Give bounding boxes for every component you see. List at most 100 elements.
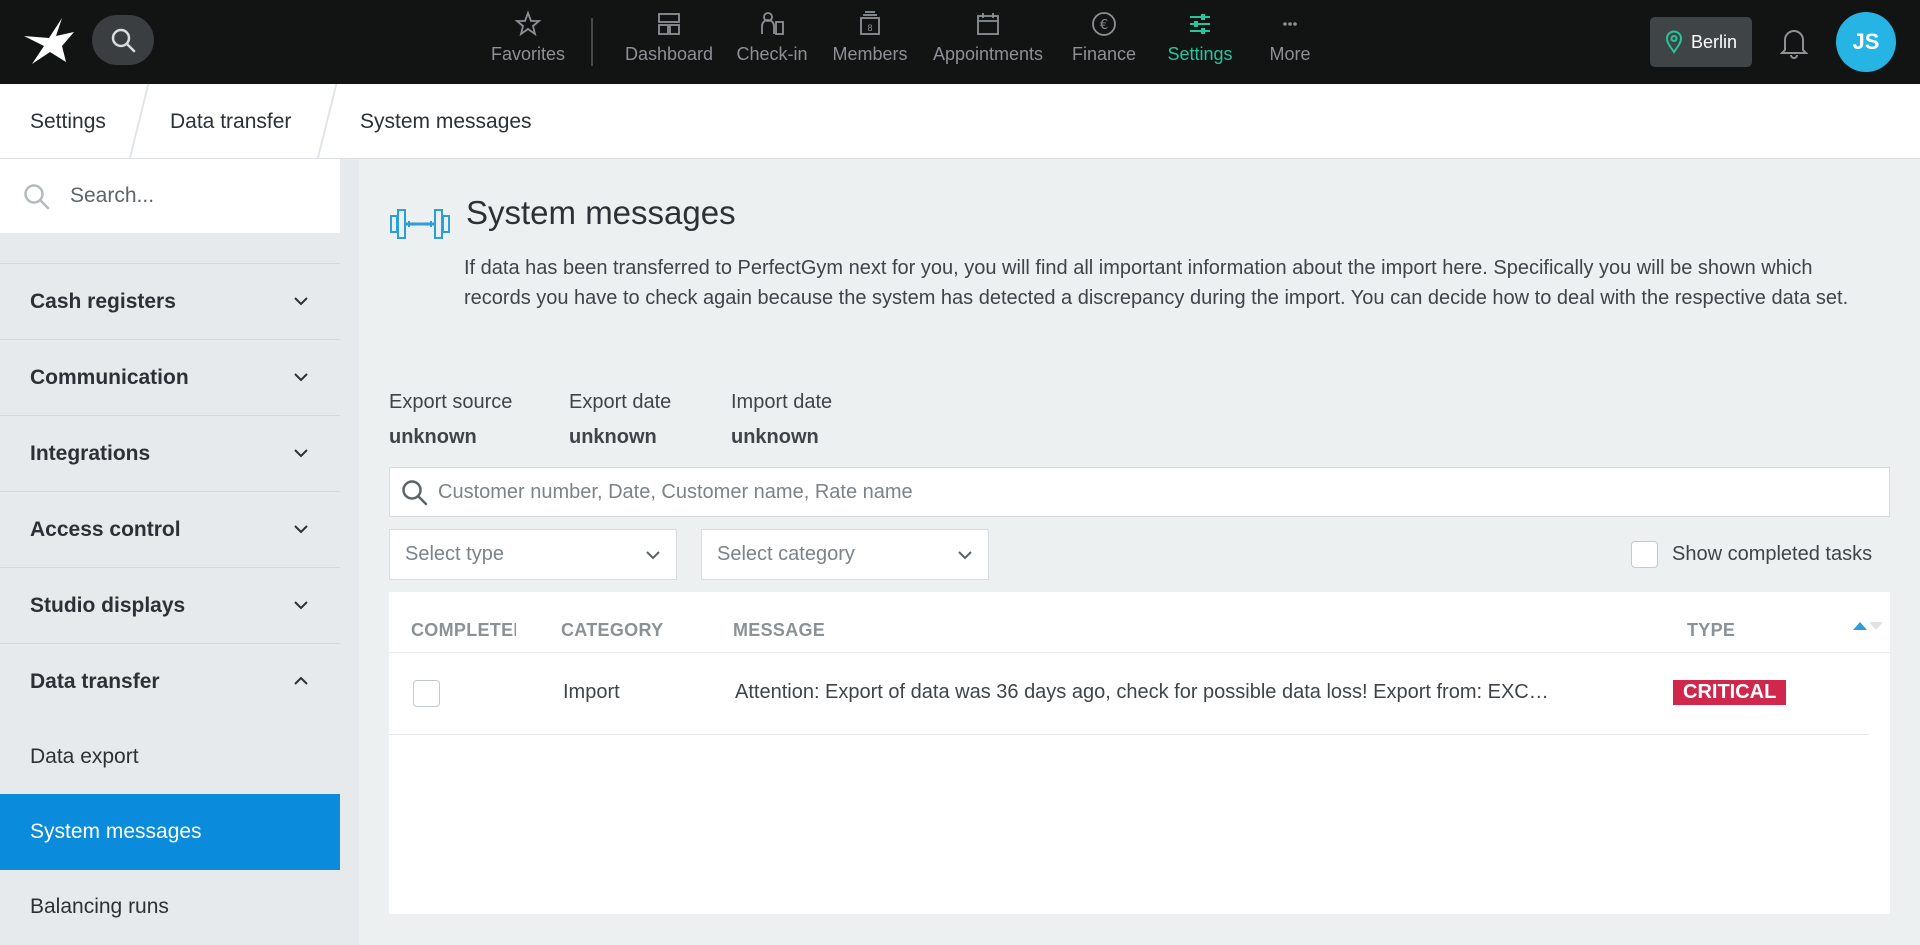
column-header-message[interactable]: MESSAGE <box>733 620 825 641</box>
sidebar-search-input[interactable] <box>70 184 330 208</box>
system-messages-table: COMPLETED CATEGORY MESSAGE TYPE Import A… <box>389 592 1890 914</box>
user-avatar[interactable]: JS <box>1836 12 1896 72</box>
type-select-value: Select type <box>405 543 504 565</box>
sidebar-item-label: Communication <box>30 365 189 389</box>
nav-label: Favorites <box>490 44 566 64</box>
header-divider <box>389 652 1890 653</box>
chevron-down-icon <box>294 373 308 382</box>
breadcrumb-data-transfer[interactable]: Data transfer <box>170 84 291 159</box>
import-date-field: Import date unknown <box>731 391 832 449</box>
show-completed-toggle[interactable]: Show completed tasks <box>1631 541 1872 568</box>
avatar-initials: JS <box>1852 29 1880 54</box>
sidebar-item-integrations[interactable]: Integrations <box>0 415 340 491</box>
main-content: System messages If data has been transfe… <box>359 159 1920 945</box>
sidebar-subitem-data-export[interactable]: Data export <box>0 719 340 795</box>
column-header-type[interactable]: TYPE <box>1687 620 1735 641</box>
app-logo[interactable] <box>22 16 76 66</box>
calendar-icon <box>977 13 999 35</box>
members-icon: 8 <box>860 11 880 35</box>
location-label: Berlin <box>1690 31 1738 52</box>
top-navigation-bar: Favorites Dashboard Check-in 8 Members A… <box>0 0 1920 84</box>
export-date-value: unknown <box>569 426 657 448</box>
row-category: Import <box>563 681 620 703</box>
chevron-down-icon <box>646 551 660 560</box>
sidebar-search <box>0 159 340 233</box>
sidebar-scroll-track <box>340 159 359 945</box>
nav-check-in[interactable]: Check-in <box>722 10 822 74</box>
sidebar-subitem-label: Data export <box>30 745 139 768</box>
chevron-down-icon <box>294 449 308 458</box>
sidebar-item-label: Studio displays <box>30 593 186 617</box>
breadcrumb-settings[interactable]: Settings <box>30 84 106 159</box>
nav-label: More <box>1269 44 1311 64</box>
nav-more[interactable]: More <box>1240 10 1340 74</box>
export-source-value: unknown <box>389 426 477 448</box>
euro-icon: € <box>1092 12 1116 36</box>
row-completed-checkbox[interactable] <box>413 680 440 707</box>
location-selector[interactable]: Berlin <box>1650 17 1752 67</box>
star-icon <box>514 10 542 37</box>
nav-finance[interactable]: € Finance <box>1054 10 1154 74</box>
sidebar-item-cash-registers[interactable]: Cash registers <box>0 263 340 339</box>
search-icon <box>24 184 50 210</box>
svg-text:8: 8 <box>867 23 872 33</box>
nav-label: Finance <box>1071 44 1137 64</box>
breadcrumb-system-messages: System messages <box>360 110 532 133</box>
sidebar-item-label: Cash registers <box>30 289 176 313</box>
sidebar-item-access-control[interactable]: Access control <box>0 491 340 567</box>
export-source-label: Export source <box>389 391 513 413</box>
nav-dashboard[interactable]: Dashboard <box>619 10 719 74</box>
message-search-input[interactable] <box>438 480 1838 504</box>
row-divider <box>389 734 1869 735</box>
column-header-category[interactable]: CATEGORY <box>561 620 663 641</box>
import-date-value: unknown <box>731 426 819 448</box>
chevron-up-icon <box>294 676 308 685</box>
sidebar-subitem-balancing-runs[interactable]: Balancing runs <box>0 869 340 945</box>
show-completed-checkbox[interactable] <box>1631 541 1658 568</box>
global-search-button[interactable] <box>92 15 154 65</box>
sidebar-item-studio-displays[interactable]: Studio displays <box>0 567 340 643</box>
message-search <box>389 467 1890 517</box>
sidebar-item-label: Data transfer <box>30 669 160 693</box>
sidebar-subitem-label: Balancing runs <box>30 895 169 918</box>
sliders-icon <box>1190 14 1210 34</box>
nav-label: Check-in <box>736 44 808 64</box>
settings-sidebar: Cash registers Communication Integration… <box>0 159 340 945</box>
sidebar-subitem-label: System messages <box>30 820 202 843</box>
import-date-label: Import date <box>731 391 833 413</box>
search-icon <box>402 480 428 506</box>
page-description: If data has been transferred to PerfectG… <box>464 257 1849 309</box>
export-source-field: Export source unknown <box>389 391 512 449</box>
nav-label: Settings <box>1167 44 1233 64</box>
column-header-completed[interactable]: COMPLETED <box>411 620 516 641</box>
nav-label: Members <box>832 44 908 64</box>
breadcrumb-separator <box>316 84 338 159</box>
export-date-field: Export date unknown <box>569 391 671 449</box>
category-select[interactable]: Select category <box>701 529 989 580</box>
more-icon <box>1283 22 1297 26</box>
show-completed-label: Show completed tasks <box>1672 543 1873 565</box>
map-pin-icon <box>1665 30 1682 54</box>
nav-settings[interactable]: Settings <box>1150 10 1250 74</box>
nav-label: Dashboard <box>624 44 714 64</box>
svg-text:€: € <box>1100 18 1108 33</box>
row-message: Attention: Export of data was 36 days ag… <box>735 681 1549 703</box>
page-title: System messages <box>466 194 736 231</box>
bell-icon[interactable] <box>1776 24 1812 60</box>
nav-appointments[interactable]: Appointments <box>922 10 1054 74</box>
sidebar-item-data-transfer[interactable]: Data transfer <box>0 643 340 719</box>
nav-label: Appointments <box>932 44 1044 64</box>
sidebar-item-label: Integrations <box>30 441 151 465</box>
nav-favorites[interactable]: Favorites <box>478 10 578 74</box>
chevron-down-icon <box>294 601 308 610</box>
category-select-value: Select category <box>717 543 855 565</box>
breadcrumb: Settings Data transfer System messages <box>0 84 1920 159</box>
sidebar-item-communication[interactable]: Communication <box>0 339 340 415</box>
nav-divider <box>591 18 593 66</box>
chevron-down-icon <box>958 551 972 560</box>
type-select[interactable]: Select type <box>389 529 677 580</box>
sort-toggle-icon[interactable] <box>1851 618 1883 634</box>
sidebar-item-label: Access control <box>30 517 181 541</box>
sidebar-subitem-system-messages[interactable]: System messages <box>0 794 340 870</box>
nav-members[interactable]: 8 Members <box>820 10 920 74</box>
